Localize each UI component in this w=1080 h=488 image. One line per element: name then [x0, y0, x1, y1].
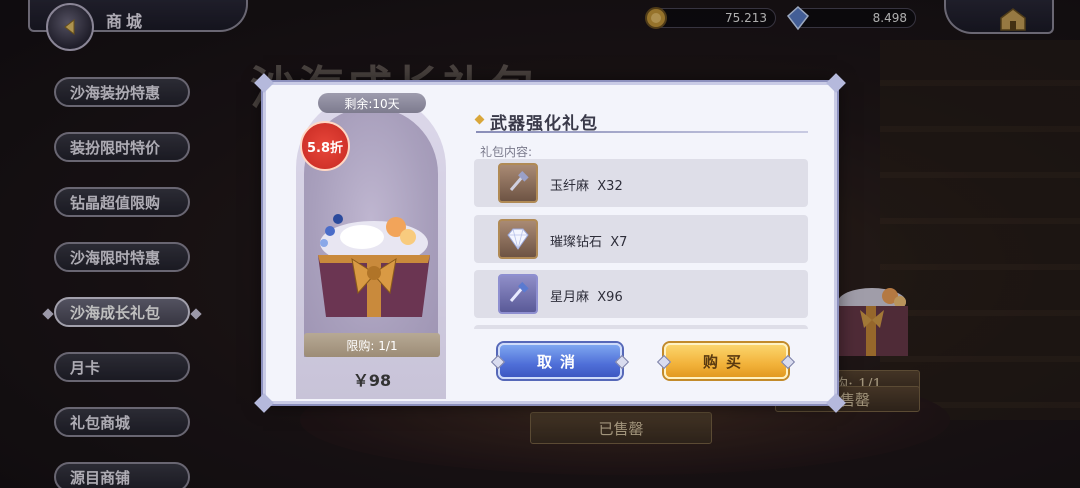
remaining-time-tag: 剩余:10天: [318, 93, 426, 113]
item-name: 玉纤麻 X32: [550, 179, 623, 194]
list-item: 玉纤麻 X32: [474, 159, 808, 207]
buy-button[interactable]: 购买: [656, 343, 796, 379]
hammer-icon: [498, 274, 538, 314]
purchase-dialog: 剩余:10天 5.8折 限购: 1/1 ￥98 武器强化礼包 礼包内容: 玉纤麻…: [254, 73, 846, 413]
title-divider: [476, 131, 808, 133]
button-cap-ornament: [656, 354, 672, 370]
item-list[interactable]: 玉纤麻 X32 璀璨钻石 X7 星月麻 X96: [474, 159, 810, 329]
button-cap-ornament: [490, 354, 506, 370]
button-cap-ornament: [614, 354, 630, 370]
diamond-icon: [498, 219, 538, 259]
item-name: 璀璨钻石 X7: [550, 235, 628, 250]
discount-badge: 5.8折: [300, 121, 350, 171]
purchase-limit-bar: 限购: 1/1: [304, 333, 440, 357]
item-name: 星月麻 X96: [550, 290, 623, 305]
list-item: 星月麻 X96: [474, 270, 808, 318]
contents-label: 礼包内容:: [480, 145, 533, 159]
button-cap-ornament: [780, 354, 796, 370]
title-diamond-icon: [474, 114, 485, 125]
price-label: ￥98: [352, 371, 392, 390]
list-item: 璀璨钻石 X7: [474, 215, 808, 263]
list-item-partial: [474, 325, 808, 329]
hammer-icon: [498, 163, 538, 203]
cancel-button[interactable]: 取消: [490, 343, 630, 379]
gift-box-icon: [318, 214, 430, 317]
